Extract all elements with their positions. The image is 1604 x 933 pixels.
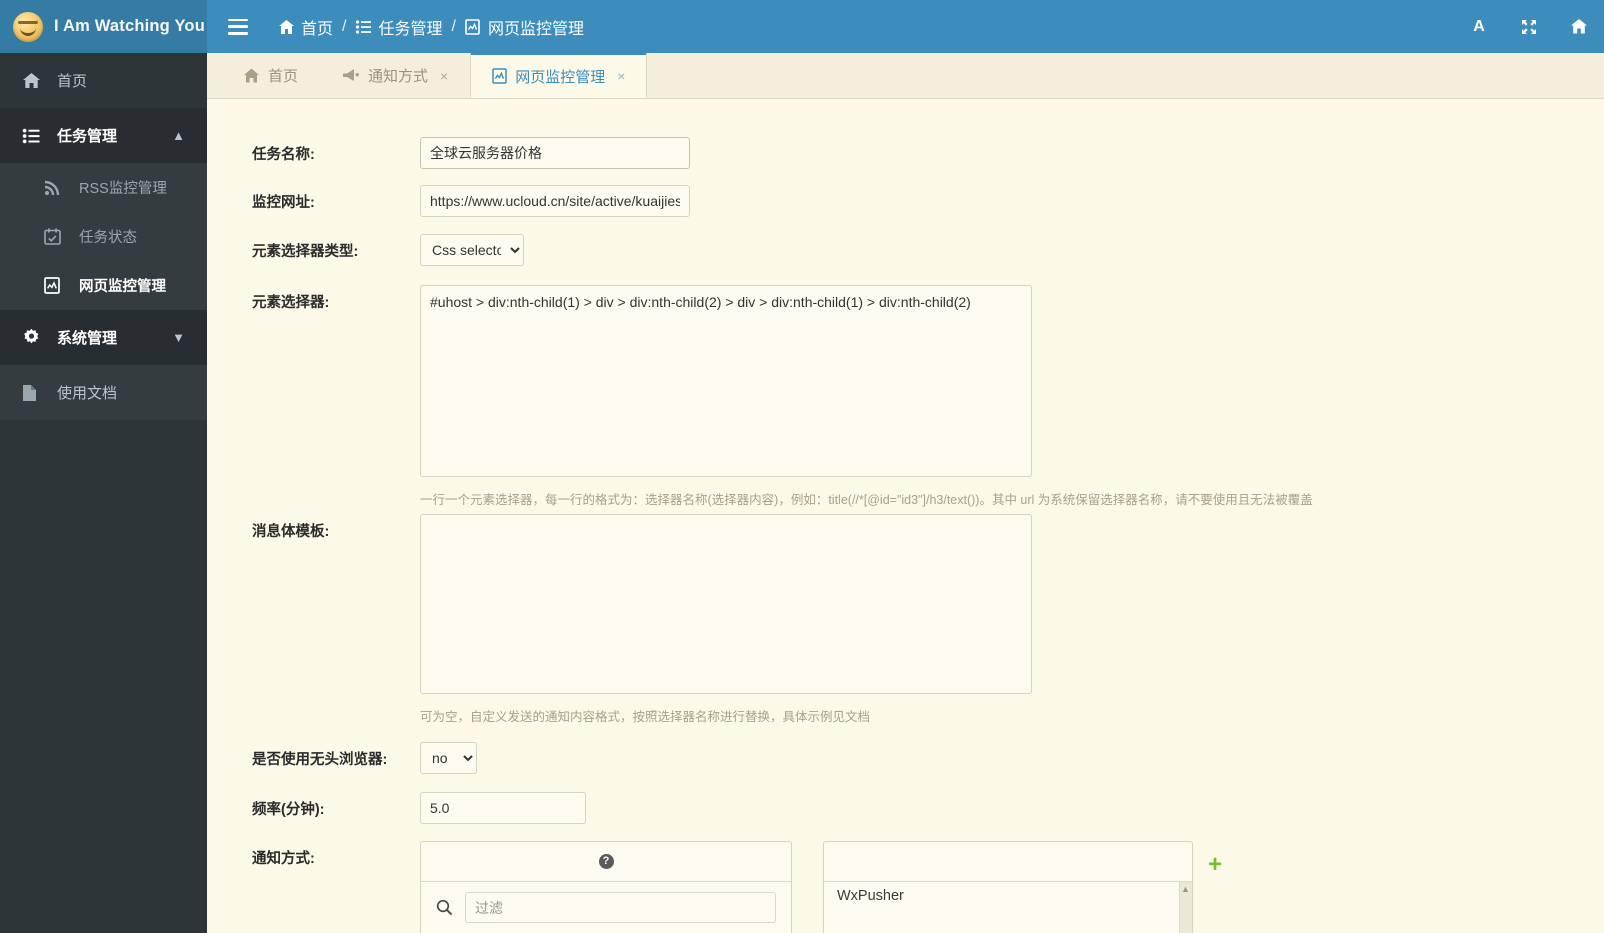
sidebar-submenu-task-management: RSS监控管理 任务状态 网页监控管理: [0, 163, 207, 310]
breadcrumb: 首页 / 任务管理 / 网页监控管理: [278, 15, 584, 39]
form-row-notify-method: 通知方式: ? 过滤 WxPusher ▲ +: [207, 841, 1604, 933]
home-icon: [22, 72, 46, 89]
tab-strip: 首页 通知方式 × 网页监控管理 ×: [207, 53, 1604, 99]
list-item[interactable]: WxPusher: [824, 882, 1192, 910]
notify-method-dual-list: ? 过滤 WxPusher ▲ +: [420, 841, 1604, 933]
app-logo-area[interactable]: I Am Watching You: [0, 0, 207, 53]
breadcrumb-task-label: 任务管理: [378, 20, 443, 38]
monitor-url-label: 监控网址:: [252, 195, 315, 211]
message-template-textarea[interactable]: [420, 514, 1032, 694]
home-icon: [278, 19, 295, 35]
close-icon[interactable]: ×: [440, 68, 448, 84]
form-row-task-name: 任务名称:: [207, 137, 1604, 169]
task-list-icon: [355, 19, 372, 35]
breadcrumb-item-page-monitor[interactable]: 网页监控管理: [465, 15, 584, 39]
form-row-element-selector: 元素选择器: 一行一个元素选择器，每一行的格式为：选择器名称(选择器内容)，例如…: [207, 285, 1604, 508]
top-header-bar: I Am Watching You 首页 / 任务管理 / 网页监控管理 A: [0, 0, 1604, 53]
search-icon: [436, 899, 453, 916]
sidebar-submenu-system-management: 使用文档: [0, 365, 207, 420]
home-button[interactable]: [1554, 0, 1604, 53]
sidebar-item-system-management[interactable]: 系统管理 ▼: [0, 310, 207, 365]
page-monitor-icon: [492, 68, 507, 84]
form-row-headless-browser: 是否使用无头浏览器: noyes: [207, 742, 1604, 774]
sidebar-item-documentation-label: 使用文档: [57, 385, 118, 402]
header-actions: A: [1454, 0, 1604, 53]
chevron-down-icon: ▼: [172, 330, 185, 345]
available-notify-filter-row: [421, 882, 791, 933]
breadcrumb-separator-1: /: [342, 17, 347, 35]
message-template-label: 消息体模板:: [252, 524, 330, 540]
page-monitor-icon: [44, 277, 68, 294]
selected-notify-panel: WxPusher: [823, 841, 1193, 933]
calendar-check-icon: [44, 228, 68, 245]
gear-icon: [22, 328, 46, 347]
sidebar-item-home[interactable]: 首页: [0, 53, 207, 108]
breadcrumb-item-task-management[interactable]: 任务管理: [355, 15, 442, 39]
task-name-input[interactable]: [420, 137, 690, 169]
sidebar-item-task-status-label: 任务状态: [79, 230, 137, 246]
sidebar: 首页 任务管理 ▲ RSS监控管理 任务状态 网页监控管理 系统管理 ▼ 使用文…: [0, 53, 207, 933]
monitor-url-input[interactable]: [420, 185, 690, 217]
home-icon: [243, 68, 260, 83]
selector-type-label: 元素选择器类型:: [252, 244, 359, 260]
element-selector-label: 元素选择器:: [252, 295, 330, 311]
rss-icon: [44, 180, 68, 196]
headless-browser-label: 是否使用无头浏览器:: [252, 752, 388, 768]
notify-filter-input[interactable]: [465, 892, 776, 923]
breadcrumb-home-label: 首页: [301, 20, 334, 38]
tab-page-monitor[interactable]: 网页监控管理 ×: [470, 53, 648, 98]
form-row-frequency: 频率(分钟):: [207, 792, 1604, 824]
tab-notify-method-label: 通知方式: [368, 68, 429, 85]
task-list-icon: [22, 128, 46, 144]
sidebar-item-system-management-label: 系统管理: [57, 330, 118, 347]
fullscreen-button[interactable]: [1504, 0, 1554, 53]
smiley-face-icon: [13, 11, 43, 42]
sidebar-item-rss-monitor-label: RSS监控管理: [79, 181, 167, 197]
content-area: 首页 通知方式 × 网页监控管理 × 任务名称: 全球云服务器价格 监控网址: …: [207, 53, 1604, 933]
available-notify-header: ?: [421, 842, 791, 882]
frequency-label: 频率(分钟):: [252, 802, 325, 818]
close-icon[interactable]: ×: [617, 68, 625, 84]
frequency-input[interactable]: [420, 792, 586, 824]
sidebar-item-task-management-label: 任务管理: [57, 128, 118, 145]
breadcrumb-item-home[interactable]: 首页: [278, 15, 333, 39]
available-notify-panel: ?: [420, 841, 792, 933]
hamburger-icon[interactable]: [228, 18, 248, 35]
selected-notify-list[interactable]: WxPusher: [824, 882, 1192, 933]
document-icon: [22, 384, 46, 402]
tab-page-monitor-label: 网页监控管理: [515, 68, 606, 86]
message-template-help: 可为空，自定义发送的通知内容格式，按照选择器名称进行替换，具体示例见文档: [420, 710, 871, 724]
selected-list-scrollbar[interactable]: [1179, 882, 1192, 933]
sidebar-item-page-monitor-label: 网页监控管理: [79, 279, 166, 295]
form-row-message-template: 消息体模板: 可为空，自定义发送的通知内容格式，按照选择器名称进行替换，具体示例…: [207, 514, 1604, 725]
task-name-label: 任务名称:: [252, 147, 315, 163]
tab-home[interactable]: 首页: [221, 53, 320, 98]
selector-type-select[interactable]: Css selectorXpath: [420, 234, 524, 266]
megaphone-icon: [342, 68, 360, 83]
chevron-up-icon: ▲: [172, 128, 185, 143]
sidebar-item-home-label: 首页: [57, 73, 88, 90]
question-mark-icon[interactable]: ?: [598, 854, 614, 869]
page-monitor-icon: [465, 18, 482, 35]
sidebar-item-page-monitor[interactable]: 网页监控管理: [0, 261, 207, 310]
element-selector-help: 一行一个元素选择器，每一行的格式为：选择器名称(选择器内容)，例如：title(…: [420, 493, 1313, 507]
form-row-selector-type: 元素选择器类型: Css selectorXpath: [207, 234, 1604, 266]
sidebar-item-documentation[interactable]: 使用文档: [0, 365, 207, 420]
element-selector-textarea[interactable]: [420, 285, 1032, 477]
sidebar-item-task-status[interactable]: 任务状态: [0, 212, 207, 261]
breadcrumb-page-monitor-label: 网页监控管理: [487, 20, 584, 38]
breadcrumb-separator-2: /: [451, 17, 456, 35]
tab-home-label: 首页: [268, 68, 299, 85]
app-brand-label: I Am Watching You: [54, 17, 205, 35]
notify-method-label: 通知方式:: [252, 851, 315, 867]
font-size-button[interactable]: A: [1454, 0, 1504, 53]
tab-notify-method[interactable]: 通知方式 ×: [320, 53, 470, 98]
page-monitor-form: 任务名称: 监控网址: 元素选择器类型: Css selectorXpath 元…: [207, 99, 1604, 933]
add-notify-button[interactable]: +: [1208, 853, 1222, 877]
sidebar-item-rss-monitor[interactable]: RSS监控管理: [0, 163, 207, 212]
headless-browser-select[interactable]: noyes: [420, 742, 477, 774]
sidebar-item-task-management[interactable]: 任务管理 ▲: [0, 108, 207, 163]
form-row-monitor-url: 监控网址:: [207, 185, 1604, 217]
selected-notify-header: [824, 842, 1192, 882]
